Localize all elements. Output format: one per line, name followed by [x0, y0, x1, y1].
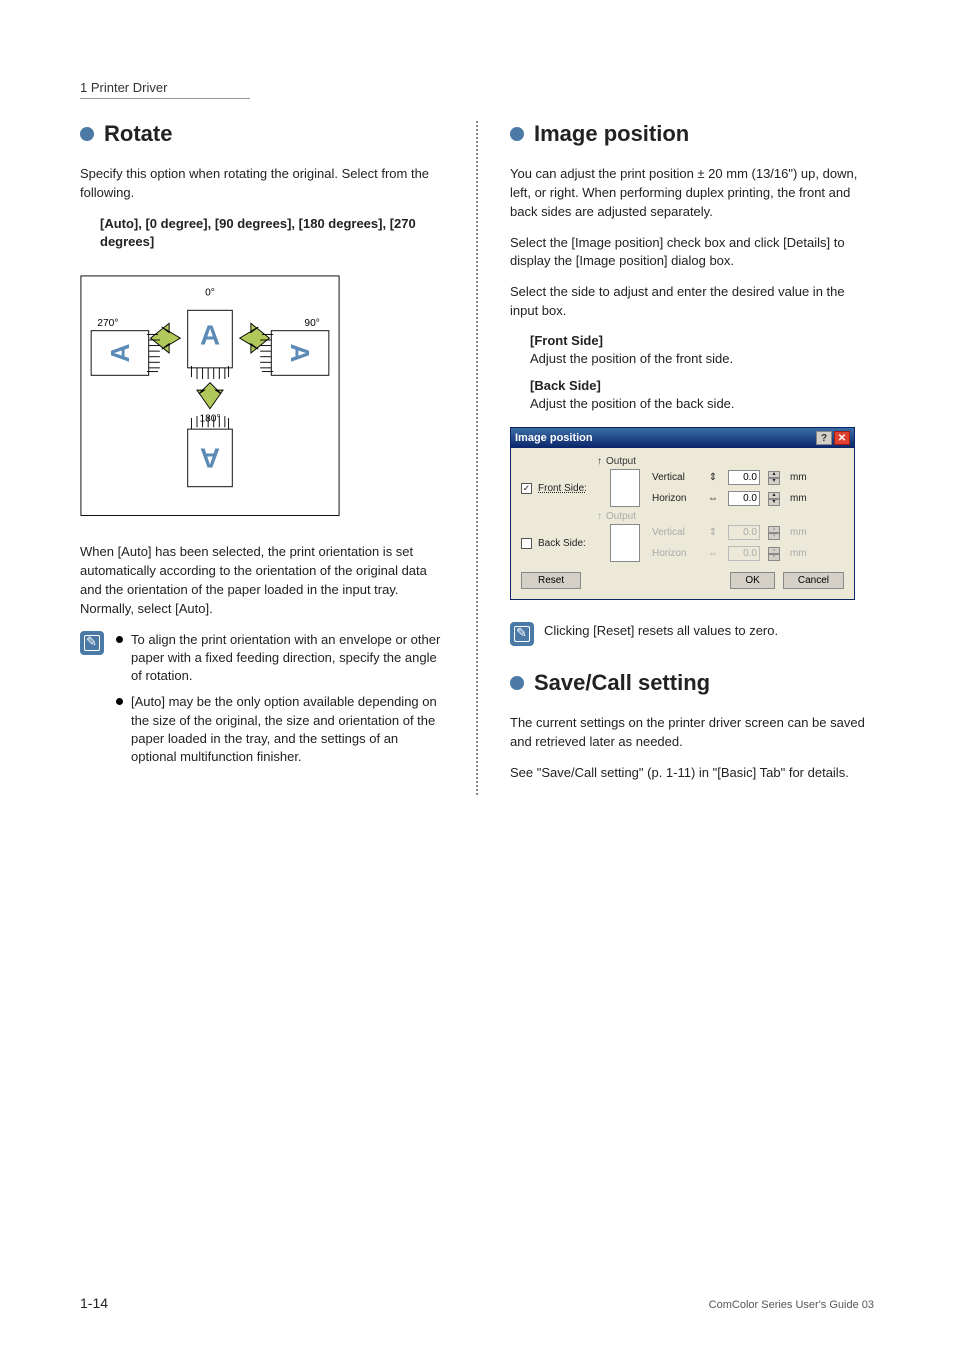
- deg-270: 270°: [97, 318, 118, 329]
- right-column: Image position You can adjust the print …: [490, 121, 874, 795]
- imgpos-p2: Select the [Image position] check box an…: [510, 234, 874, 272]
- spin-down-icon: ▾: [768, 533, 780, 540]
- imgpos-p1: You can adjust the print position ± 20 m…: [510, 165, 874, 222]
- cancel-button[interactable]: Cancel: [783, 572, 844, 589]
- mm-label-dis: mm: [790, 527, 807, 538]
- leftright-icon: ⇔: [706, 493, 720, 504]
- footer-text: ComColor Series User's Guide 03: [709, 1299, 874, 1311]
- note-text: [Auto] may be the only option available …: [131, 693, 444, 766]
- rotate-options: [Auto], [0 degree], [90 degrees], [180 d…: [100, 215, 444, 251]
- bullet-icon: [510, 676, 524, 690]
- bullet-icon: [80, 127, 94, 141]
- reset-button[interactable]: Reset: [521, 572, 581, 589]
- front-side-h: [Front Side]: [530, 333, 874, 348]
- arrow-up-icon: ↑: [597, 511, 602, 522]
- note-item: [Auto] may be the only option available …: [114, 693, 444, 766]
- bullet-icon: [116, 636, 123, 643]
- front-preview-thumb: [610, 469, 640, 507]
- savecall-p1: The current settings on the printer driv…: [510, 714, 874, 752]
- output-label: Output: [606, 456, 636, 467]
- imgpos-note-box: Clicking [Reset] resets all values to ze…: [510, 622, 874, 648]
- front-side-d: Adjust the position of the front side.: [530, 350, 874, 368]
- note-icon: [510, 622, 534, 646]
- front-vertical-input[interactable]: [728, 470, 760, 485]
- back-side-label: Back Side:: [538, 538, 598, 549]
- imgpos-p3: Select the side to adjust and enter the …: [510, 283, 874, 321]
- savecall-title: Save/Call setting: [534, 670, 710, 696]
- rotate-title: Rotate: [104, 121, 172, 147]
- output-label-dis: Output: [606, 511, 636, 522]
- mm-label: mm: [790, 472, 807, 483]
- left-column: Rotate Specify this option when rotating…: [80, 121, 464, 795]
- bullet-icon: [510, 127, 524, 141]
- savecall-heading: Save/Call setting: [510, 670, 874, 696]
- ok-button[interactable]: OK: [730, 572, 774, 589]
- back-vertical-input: [728, 525, 760, 540]
- updown-icon: ⇕: [706, 527, 720, 538]
- bullet-icon: [116, 698, 123, 705]
- svg-text:A: A: [105, 343, 135, 362]
- deg-90: 90°: [304, 318, 319, 329]
- column-divider: [476, 121, 478, 795]
- dialog-title-text: Image position: [515, 432, 593, 444]
- image-position-dialog: Image position ? ✕ ↑ Output ✓ Front Side:…: [510, 427, 855, 600]
- back-horizon-input: [728, 546, 760, 561]
- rotate-diagram: 0° 90° 180° 270° A: [80, 275, 340, 516]
- spin-down-icon[interactable]: ▾: [768, 499, 780, 506]
- help-icon[interactable]: ?: [816, 431, 832, 445]
- savecall-p2: See "Save/Call setting" (p. 1-11) in "[B…: [510, 764, 874, 783]
- back-side-d: Adjust the position of the back side.: [530, 395, 874, 413]
- rotate-note-box: To align the print orientation with an e…: [80, 631, 444, 774]
- mm-label: mm: [790, 493, 807, 504]
- back-checkbox[interactable]: [521, 538, 532, 549]
- updown-icon: ⇕: [706, 472, 720, 483]
- dialog-titlebar: Image position ? ✕: [511, 428, 854, 448]
- back-side-h: [Back Side]: [530, 378, 874, 393]
- vertical-label-dis: Vertical: [652, 527, 698, 538]
- svg-text:A: A: [200, 443, 220, 474]
- spin-up-icon[interactable]: ▴: [768, 471, 780, 478]
- note-text: Clicking [Reset] resets all values to ze…: [544, 622, 778, 640]
- front-horizon-input[interactable]: [728, 491, 760, 506]
- arrow-up-icon: ↑: [597, 456, 602, 467]
- close-icon[interactable]: ✕: [834, 431, 850, 445]
- horizon-label: Horizon: [652, 493, 698, 504]
- rotate-intro: Specify this option when rotating the or…: [80, 165, 444, 203]
- spin-up-icon: ▴: [768, 526, 780, 533]
- vertical-label: Vertical: [652, 472, 698, 483]
- deg-0: 0°: [205, 287, 215, 298]
- svg-text:A: A: [285, 344, 315, 363]
- note-icon: [80, 631, 104, 655]
- rotate-auto-desc: When [Auto] has been selected, the print…: [80, 543, 444, 618]
- back-preview-thumb: [610, 524, 640, 562]
- spin-down-icon: ▾: [768, 554, 780, 561]
- note-item: Clicking [Reset] resets all values to ze…: [544, 622, 874, 640]
- spin-up-icon[interactable]: ▴: [768, 492, 780, 499]
- imgpos-title: Image position: [534, 121, 689, 147]
- leftright-icon: ⇔: [706, 548, 720, 559]
- front-checkbox[interactable]: ✓: [521, 483, 532, 494]
- svg-text:A: A: [200, 320, 220, 351]
- breadcrumb: 1 Printer Driver: [80, 80, 250, 99]
- horizon-label-dis: Horizon: [652, 548, 698, 559]
- front-side-label: Front Side:: [538, 483, 598, 494]
- note-text: To align the print orientation with an e…: [131, 631, 444, 686]
- mm-label-dis: mm: [790, 548, 807, 559]
- note-item: To align the print orientation with an e…: [114, 631, 444, 686]
- spin-up-icon: ▴: [768, 547, 780, 554]
- imgpos-heading: Image position: [510, 121, 874, 147]
- spin-down-icon[interactable]: ▾: [768, 478, 780, 485]
- page-number: 1-14: [80, 1295, 108, 1311]
- rotate-heading: Rotate: [80, 121, 444, 147]
